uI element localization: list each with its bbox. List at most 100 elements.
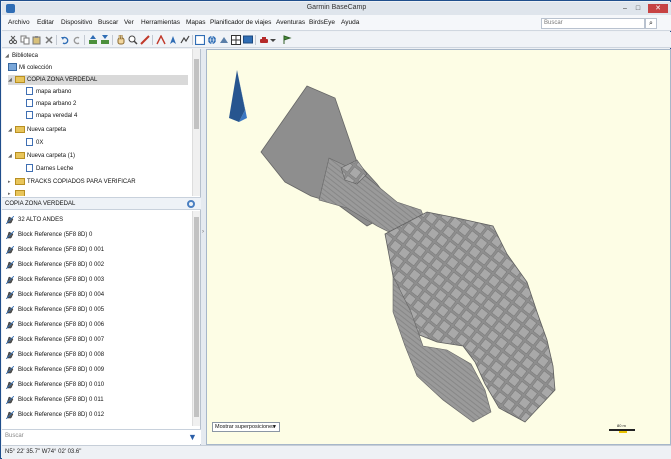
list-item[interactable]: Block Reference (5F8 8D) 0 006 xyxy=(2,318,192,333)
expand-arrow-icon[interactable]: ▸ xyxy=(8,177,15,187)
tree-item-nueva-carpeta[interactable]: ◢ Nueva carpeta xyxy=(8,125,66,135)
list-item-label: Block Reference (5F8 8D) 0 001 xyxy=(18,247,105,253)
library-title: Biblioteca xyxy=(12,53,39,59)
window-title: Garmin BaseCamp xyxy=(306,4,367,11)
list-item[interactable]: Block Reference (5F8 8D) 0 008 xyxy=(2,348,192,363)
tree-item-label: mapa arbano xyxy=(36,89,72,95)
dropdown-icon[interactable] xyxy=(270,35,276,45)
redo-icon[interactable] xyxy=(72,35,82,45)
map-canvas[interactable] xyxy=(207,50,671,445)
list-item[interactable]: Block Reference (5F8 8D) 0 003 xyxy=(2,273,192,288)
grid-icon[interactable] xyxy=(231,35,241,45)
expand-arrow-icon[interactable]: ◢ xyxy=(8,75,15,85)
menu-mapas[interactable]: Mapas xyxy=(186,19,206,26)
scroll-thumb[interactable] xyxy=(194,217,199,417)
menu-planificador[interactable]: Planificador de viajes xyxy=(210,19,271,26)
polygon-icon xyxy=(6,246,14,254)
gear-icon[interactable] xyxy=(187,200,195,208)
tree-item-copia-zona[interactable]: ◢ COPIA ZONA VERDEDAL xyxy=(8,75,188,85)
map-view[interactable]: Mostrar superposiciones ▼ 80 m xyxy=(206,49,671,445)
list-scrollbar[interactable] xyxy=(192,211,200,426)
screen-icon[interactable] xyxy=(243,35,253,45)
menu-ver[interactable]: Ver xyxy=(124,19,134,26)
menu-dispositivo[interactable]: Dispositivo xyxy=(61,19,92,26)
paste-icon[interactable] xyxy=(32,35,42,45)
search-icon[interactable]: ⌕ xyxy=(645,18,657,29)
globe-icon[interactable] xyxy=(207,35,217,45)
tree-item-mapa-veredal-4[interactable]: mapa veredal 4 xyxy=(26,111,77,121)
expand-arrow-icon[interactable]: ◢ xyxy=(8,151,15,161)
splitter-arrow-icon[interactable]: › xyxy=(202,229,204,235)
minimize-button[interactable]: – xyxy=(620,4,630,13)
tree-item-0x[interactable]: 0X xyxy=(26,138,43,148)
list-item[interactable]: Block Reference (5F8 8D) 0 009 xyxy=(2,363,192,378)
tree-item-mapa-arbano[interactable]: mapa arbano xyxy=(26,87,71,97)
item-list: 32 ALTO ANDES Block Reference (5F8 8D) 0 B… xyxy=(2,211,201,426)
list-item[interactable]: Block Reference (5F8 8D) 0 001 xyxy=(2,243,192,258)
tree-item-label: Nueva carpeta (1) xyxy=(27,153,76,159)
list-item[interactable]: Block Reference (5F8 8D) 0 005 xyxy=(2,303,192,318)
3d-icon[interactable] xyxy=(219,35,229,45)
app-window: Garmin BaseCamp – □ ✕ Archivo Editar Dis… xyxy=(0,0,671,459)
list-item[interactable]: Block Reference (5F8 8D) 0 002 xyxy=(2,258,192,273)
list-item[interactable]: Block Reference (5F8 8D) 0 010 xyxy=(2,378,192,393)
tree-item-darnes-leche[interactable]: Darnes Leche xyxy=(26,164,73,174)
collection-root[interactable]: Mi colección xyxy=(8,63,52,73)
menu-herramientas[interactable]: Herramientas xyxy=(141,19,180,26)
menu-editar[interactable]: Editar xyxy=(37,19,54,26)
menu-archivo[interactable]: Archivo xyxy=(8,19,30,26)
filter-input[interactable]: Buscar ▼ xyxy=(2,429,201,444)
tree-item-label: Nueva carpeta xyxy=(27,127,67,133)
list-icon xyxy=(26,99,33,108)
list-item-label: Block Reference (5F8 8D) 0 012 xyxy=(18,412,105,418)
list-item[interactable]: Block Reference (5F8 8D) 0 007 xyxy=(2,333,192,348)
polygon-icon xyxy=(6,321,14,329)
tree-item-label: mapa arbano 2 xyxy=(36,101,77,107)
filter-icon[interactable]: ▼ xyxy=(188,433,197,442)
route-icon[interactable] xyxy=(180,35,190,45)
zoom-icon[interactable] xyxy=(128,35,138,45)
tree-item-label: COPIA ZONA VERDEDAL xyxy=(27,77,98,83)
menu-aventuras[interactable]: Aventuras xyxy=(276,19,305,26)
library-header[interactable]: ◢ Biblioteca xyxy=(5,51,38,61)
coordinates-readout: N5° 22' 35.7" W74° 02' 03.6" xyxy=(5,449,82,455)
text-icon[interactable] xyxy=(156,35,166,45)
tree-item-mapa-arbano-2[interactable]: mapa arbano 2 xyxy=(26,99,76,109)
receive-icon[interactable] xyxy=(88,35,98,45)
list-item[interactable]: Block Reference (5F8 8D) 0 011 xyxy=(2,393,192,408)
overlay-dropdown[interactable]: Mostrar superposiciones ▼ xyxy=(212,422,280,432)
car-icon[interactable] xyxy=(259,35,269,45)
list-item-label: Block Reference (5F8 8D) 0 xyxy=(18,232,93,238)
panel-title: COPIA ZONA VERDEDAL xyxy=(5,201,76,207)
list-item[interactable]: Block Reference (5F8 8D) 0 012 xyxy=(2,408,192,423)
list-item[interactable]: Block Reference (5F8 8D) 0 xyxy=(2,228,192,243)
list-item[interactable]: Block Reference (5F8 8D) 0 004 xyxy=(2,288,192,303)
search-input[interactable]: Buscar xyxy=(541,18,645,29)
delete-icon[interactable] xyxy=(44,35,54,45)
tree-item-partial[interactable]: ▸ xyxy=(8,189,27,196)
map-view-icon[interactable] xyxy=(195,35,205,45)
copy-icon[interactable] xyxy=(20,35,30,45)
undo-icon[interactable] xyxy=(60,35,70,45)
polygon-icon xyxy=(6,261,14,269)
close-button[interactable]: ✕ xyxy=(648,4,668,13)
measure-icon[interactable] xyxy=(140,35,150,45)
waypoint-icon[interactable] xyxy=(168,35,178,45)
collection-root-label: Mi colección xyxy=(19,65,53,71)
send-icon[interactable] xyxy=(100,35,110,45)
flag-icon[interactable] xyxy=(282,35,292,45)
collapse-arrow-icon[interactable]: ◢ xyxy=(5,51,12,61)
search-placeholder: Buscar xyxy=(544,20,563,26)
hand-icon[interactable] xyxy=(116,35,126,45)
scroll-thumb[interactable] xyxy=(194,59,199,129)
menu-birdseye[interactable]: BirdsEye xyxy=(309,19,335,26)
tree-item-tracks[interactable]: ▸ TRACKS COPIADOS PARA VERIFICAR xyxy=(8,177,136,187)
menu-ayuda[interactable]: Ayuda xyxy=(341,19,359,26)
menu-buscar[interactable]: Buscar xyxy=(98,19,118,26)
tree-item-nueva-carpeta-1[interactable]: ◢ Nueva carpeta (1) xyxy=(8,151,75,161)
expand-arrow-icon[interactable]: ◢ xyxy=(8,125,15,135)
maximize-button[interactable]: □ xyxy=(633,4,643,13)
cut-icon[interactable] xyxy=(8,35,18,45)
list-item[interactable]: 32 ALTO ANDES xyxy=(2,213,192,228)
tree-scrollbar[interactable] xyxy=(192,49,200,196)
